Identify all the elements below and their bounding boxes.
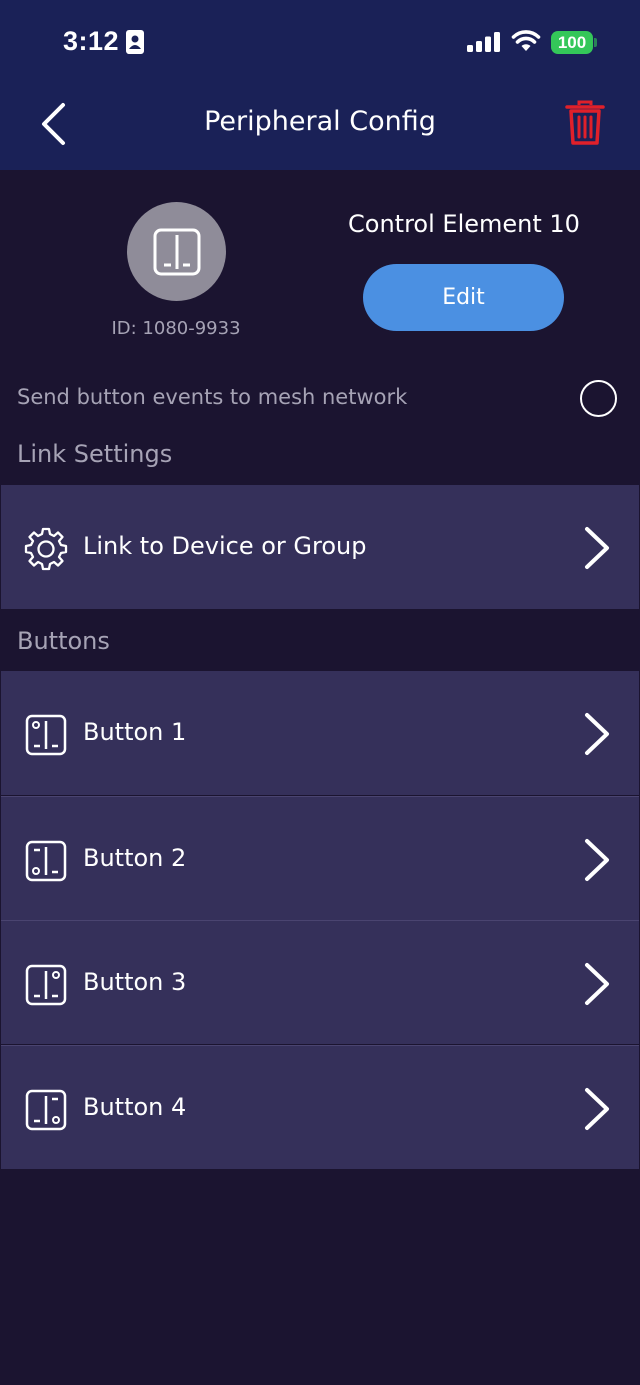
link-settings-heading: Link Settings [17, 440, 173, 468]
chevron-right-icon [585, 839, 609, 881]
device-name: Control Element 10 [348, 210, 580, 238]
mesh-toggle[interactable] [580, 380, 617, 417]
battery-indicator: 100 [551, 31, 593, 54]
button-4-row[interactable]: Button 4 [1, 1045, 639, 1169]
button-4-label: Button 4 [83, 1093, 187, 1121]
wifi-icon [511, 30, 541, 51]
nav-header: 3:12 100 Peripheral Config [0, 0, 640, 170]
button-3-icon [25, 964, 67, 1006]
button-1-row[interactable]: Button 1 [1, 671, 639, 795]
switch-icon [153, 228, 200, 275]
mesh-setting-label: Send button events to mesh network [17, 385, 408, 409]
delete-button[interactable] [564, 100, 606, 146]
buttons-heading: Buttons [17, 627, 110, 655]
status-time: 3:12 [63, 26, 120, 56]
chevron-right-icon [585, 963, 609, 1005]
edit-button[interactable]: Edit [363, 264, 564, 331]
button-1-label: Button 1 [83, 718, 187, 746]
battery-cap [594, 38, 597, 47]
gear-icon [24, 527, 68, 571]
button-3-label: Button 3 [83, 968, 187, 996]
chevron-right-icon [585, 713, 609, 755]
contact-card-icon [126, 30, 144, 54]
cellular-signal-icon [467, 32, 500, 52]
button-2-row[interactable]: Button 2 [1, 796, 639, 920]
trash-icon [565, 100, 605, 145]
button-2-label: Button 2 [83, 844, 187, 872]
button-2-icon [25, 840, 67, 882]
chevron-right-icon [585, 1088, 609, 1130]
button-3-row[interactable]: Button 3 [1, 920, 639, 1044]
button-1-icon [25, 714, 67, 756]
button-4-icon [25, 1089, 67, 1131]
chevron-right-icon [585, 527, 609, 569]
device-id: ID: 1080-9933 [111, 318, 241, 339]
link-device-label: Link to Device or Group [83, 532, 367, 560]
link-device-row[interactable]: Link to Device or Group [1, 485, 639, 609]
page-title: Peripheral Config [204, 106, 436, 137]
device-avatar [127, 202, 226, 301]
